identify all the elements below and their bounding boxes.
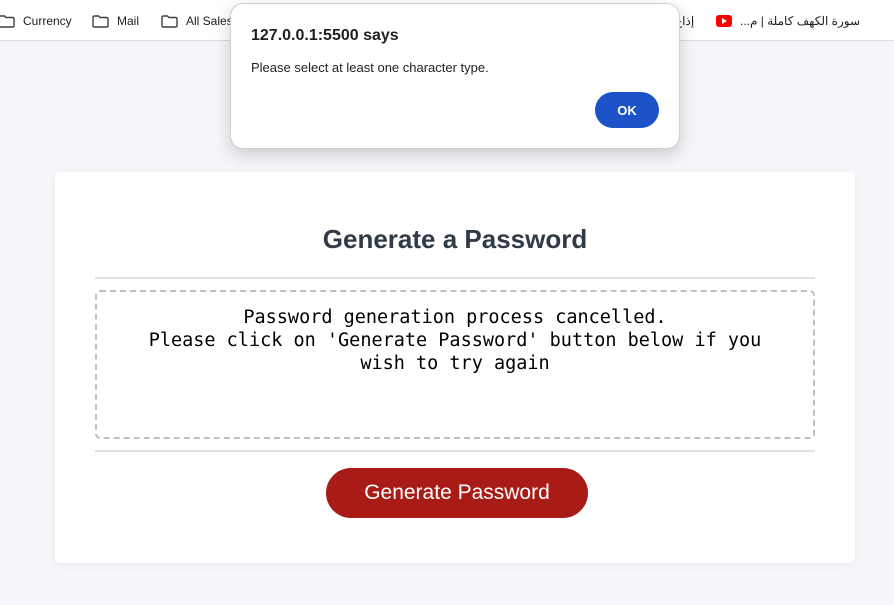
password-output[interactable]: Password generation process cancelled. P…: [95, 290, 815, 439]
divider: [95, 277, 815, 279]
youtube-icon: [716, 15, 732, 27]
bookmark-label: Mail: [117, 14, 140, 28]
folder-icon: [0, 14, 15, 28]
generate-password-button[interactable]: Generate Password: [326, 468, 588, 518]
bookmark-label: All Sales: [186, 14, 233, 28]
alert-ok-button[interactable]: OK: [595, 92, 659, 128]
bookmark-youtube-surah[interactable]: سورة الكهف كاملة | م...: [716, 13, 860, 29]
password-generator-card: Generate a Password Password generation …: [55, 172, 855, 563]
alert-origin: 127.0.0.1:5500 says: [251, 27, 399, 44]
bookmark-currency[interactable]: Currency: [0, 13, 72, 29]
alert-dialog: 127.0.0.1:5500 says Please select at lea…: [230, 3, 680, 149]
bookmark-label: سورة الكهف كاملة | م...: [740, 14, 860, 28]
bookmark-label: Currency: [23, 14, 72, 28]
divider: [95, 450, 815, 452]
bookmark-mail[interactable]: Mail: [92, 13, 139, 29]
folder-icon: [161, 14, 178, 28]
bookmark-all-sales[interactable]: All Sales: [161, 13, 233, 29]
page-title: Generate a Password: [322, 224, 588, 254]
folder-icon: [92, 14, 109, 28]
alert-message: Please select at least one character typ…: [251, 60, 489, 75]
